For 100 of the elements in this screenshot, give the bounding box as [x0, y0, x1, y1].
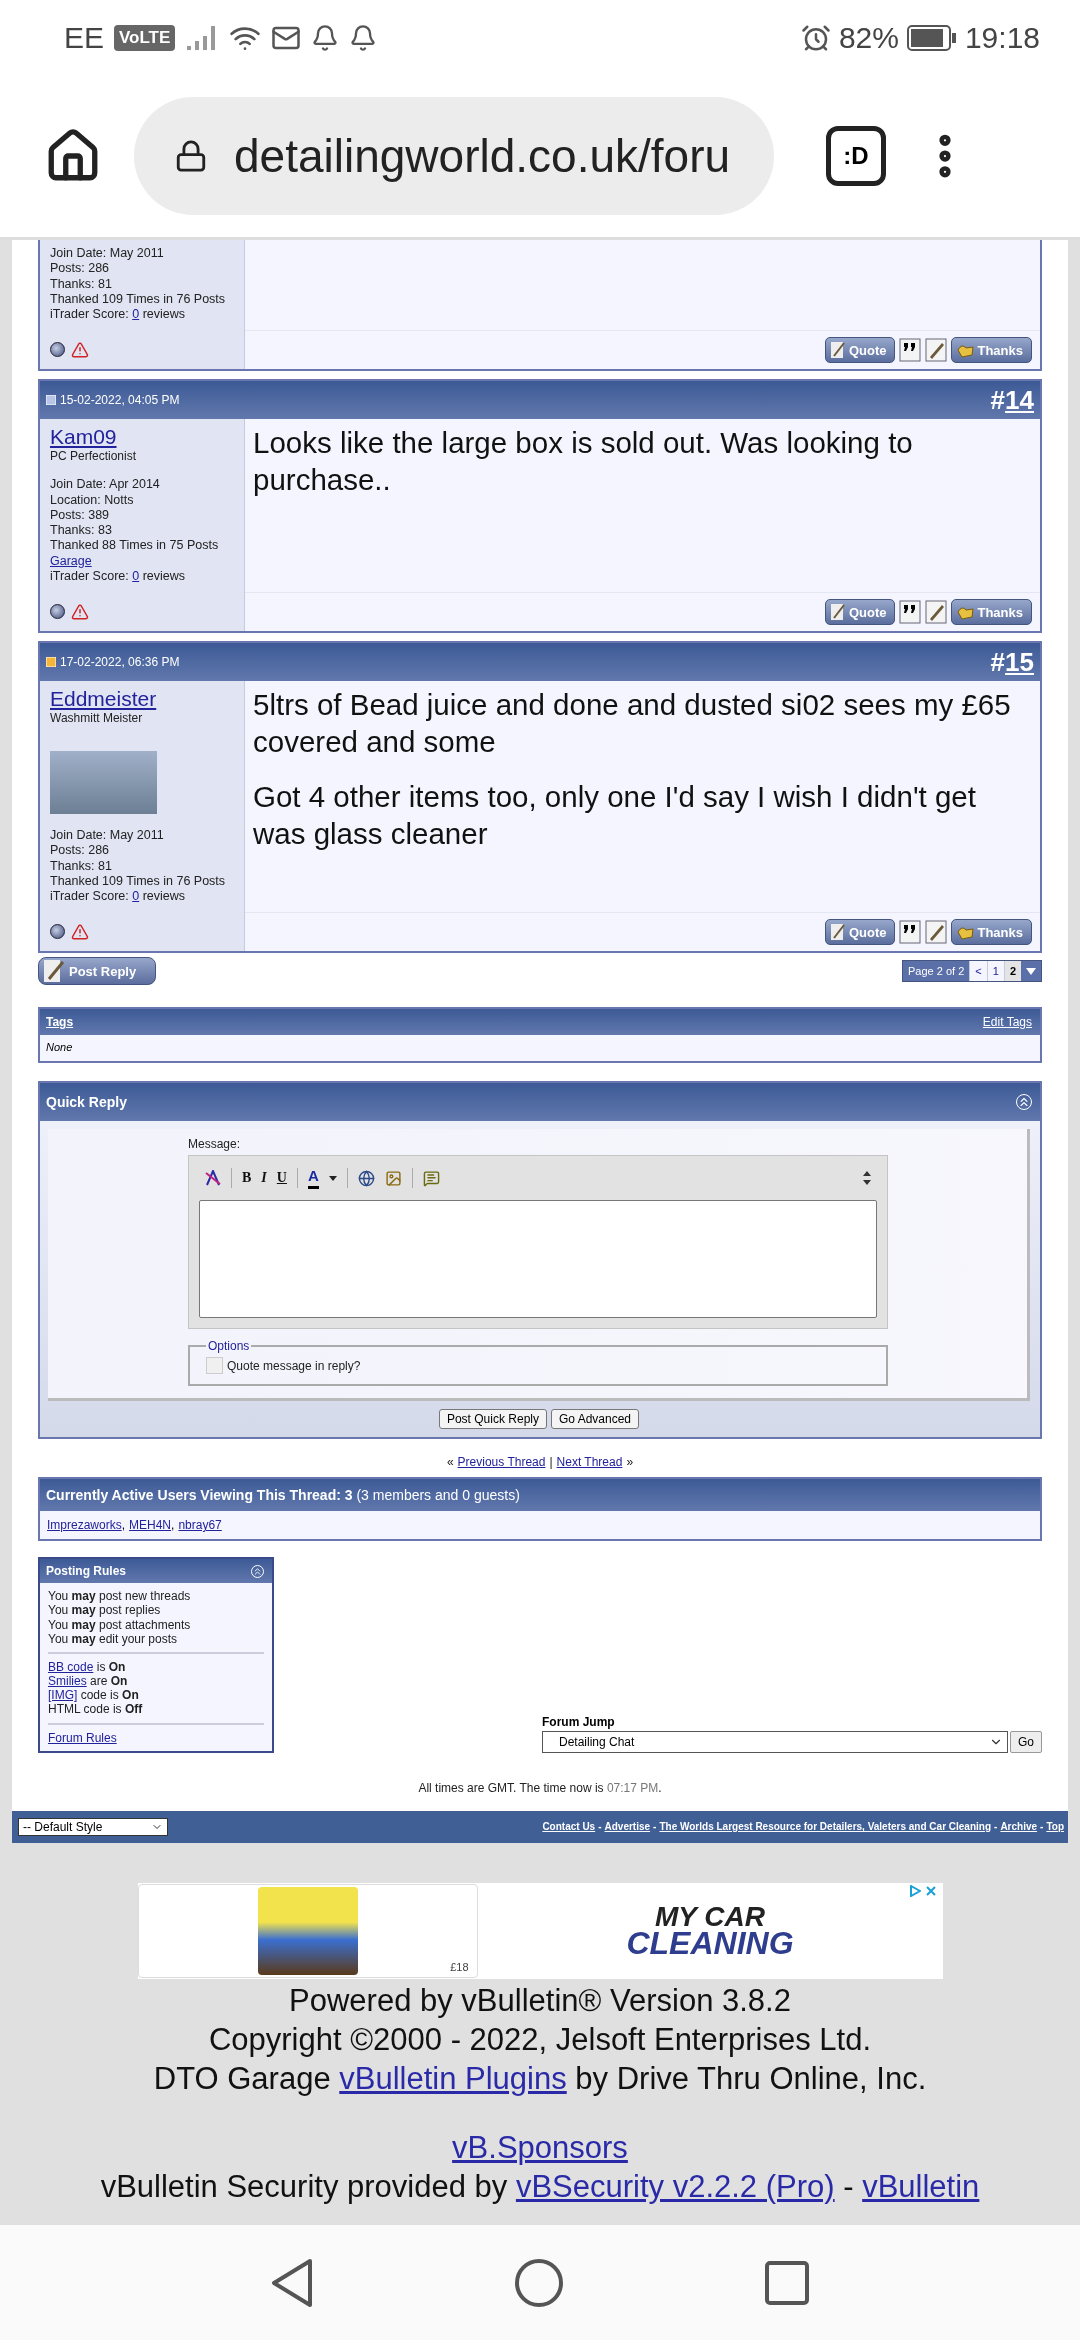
setting-text: HTML code is Off — [48, 1702, 144, 1717]
message-input[interactable] — [199, 1200, 877, 1319]
user-info-text: Thanks: 81 — [50, 276, 113, 292]
dropdown-icon[interactable] — [1021, 961, 1041, 982]
forum-jump-label: Forum Jump — [542, 1714, 616, 1729]
quick-reply-icon[interactable] — [925, 600, 948, 624]
setting-link[interactable]: Smilies — [48, 1674, 87, 1689]
separator-text: - — [598, 1821, 602, 1833]
message-label: Message: — [188, 1137, 242, 1152]
online-status-icon — [50, 604, 65, 619]
security-link[interactable]: vBSecurity v2.2.2 (Pro) — [515, 2168, 835, 2204]
itrader-link[interactable]: 0 — [132, 307, 140, 321]
quote-checkbox[interactable] — [206, 1357, 223, 1375]
multi-quote-icon[interactable] — [899, 600, 922, 624]
page-pencil-icon — [829, 341, 846, 360]
previous-page-link[interactable]: < — [969, 961, 987, 982]
italic-button[interactable]: I — [261, 1170, 267, 1187]
footer-link[interactable]: Archive — [1000, 1821, 1038, 1833]
page-pencil-icon — [829, 603, 846, 621]
quote-icon[interactable] — [422, 1169, 440, 1187]
quick-reply-title: Quick Reply — [46, 1094, 127, 1111]
post-number-link[interactable]: 14 — [1005, 384, 1034, 415]
user-link[interactable]: MEH4N — [129, 1518, 172, 1533]
page-label: Page 2 of 2 — [903, 961, 970, 982]
footer-link[interactable]: Advertise — [604, 1821, 651, 1833]
edit-tags-link[interactable]: Edit Tags — [982, 1015, 1032, 1030]
footer-link[interactable]: Top — [1046, 1821, 1064, 1833]
username-link[interactable]: Eddmeister — [50, 687, 234, 711]
active-users-title: Currently Active Users Viewing This Thread: 3 (3 members and 0 guests) — [46, 1487, 520, 1504]
forum-rules-link[interactable]: Forum Rules — [48, 1730, 117, 1745]
thanks-button[interactable]: Thanks — [951, 599, 1032, 625]
quick-reply-icon[interactable] — [925, 338, 948, 363]
post-reply-button[interactable]: Post Reply — [38, 957, 156, 986]
username-link[interactable]: Kam09 — [50, 425, 234, 450]
tags-title-link[interactable]: Tags — [46, 1015, 74, 1030]
plugins-link[interactable]: vBulletin Plugins — [339, 2060, 567, 2096]
user-info-text: Join Date: Apr 2014 — [50, 477, 161, 493]
checkbox-label: Quote message in reply? — [227, 1358, 361, 1373]
report-icon[interactable] — [71, 922, 89, 941]
close-icon[interactable] — [924, 1884, 937, 1897]
post-number-link[interactable]: 15 — [1005, 646, 1034, 677]
footer-link[interactable]: Contact Us — [542, 1821, 596, 1833]
tags-value: None — [40, 1035, 1040, 1062]
tab-switcher-button[interactable]: :D — [826, 126, 886, 186]
garage-link[interactable]: Garage — [50, 553, 92, 568]
quote-mark-text: « — [446, 1455, 454, 1470]
back-icon[interactable] — [270, 2257, 314, 2308]
user-title: Washmitt Meister — [50, 711, 144, 725]
user-info-text: Posts: 286 — [50, 261, 111, 277]
image-icon[interactable] — [384, 1169, 402, 1187]
recents-icon[interactable] — [764, 2259, 810, 2306]
footer-link[interactable]: The Worlds Largest Resource for Detailers, Valeters and Car Cleaning — [659, 1821, 992, 1833]
remove-format-icon[interactable] — [205, 1170, 221, 1187]
report-icon[interactable] — [71, 340, 89, 359]
post-text: Looks like the large box is sold out. Was looking to purchase.. — [253, 425, 914, 499]
price-text: £18 — [450, 1960, 469, 1973]
forum-jump-select[interactable]: Detailing Chat — [542, 1730, 1008, 1753]
alarm-icon — [800, 22, 831, 53]
user-link[interactable]: nbray67 — [178, 1518, 222, 1533]
multi-quote-icon[interactable] — [899, 338, 922, 363]
sponsors-link[interactable]: vB.Sponsors — [452, 2129, 628, 2165]
itrader-link[interactable]: 0 — [132, 889, 140, 903]
style-select[interactable]: -- Default Style — [18, 1817, 168, 1836]
quote-button[interactable]: Quote — [824, 337, 896, 364]
user-title: PC Perfectionist — [50, 449, 138, 464]
vbulletin-link[interactable]: vBulletin — [862, 2168, 980, 2204]
font-color-button[interactable]: A — [307, 1167, 319, 1190]
bold-button[interactable]: B — [242, 1170, 252, 1187]
separator-text: , — [171, 1518, 175, 1533]
user-info-text: Thanks: 81 — [50, 858, 113, 874]
resize-icon[interactable] — [863, 1170, 871, 1187]
thanks-button[interactable]: Thanks — [951, 919, 1032, 946]
go-advanced-button[interactable]: Go Advanced — [551, 1409, 640, 1430]
quote-button[interactable]: Quote — [824, 599, 896, 625]
go-button[interactable]: Go — [1010, 1730, 1042, 1753]
ad-info-icon[interactable] — [908, 1884, 921, 1897]
quote-button[interactable]: Quote — [824, 919, 896, 946]
caret-icon[interactable] — [328, 1175, 337, 1181]
report-icon[interactable] — [71, 602, 89, 621]
link-icon[interactable] — [357, 1169, 375, 1187]
previous-thread-link[interactable]: Previous Thread — [457, 1455, 546, 1470]
underline-button[interactable]: U — [276, 1170, 287, 1187]
separator-text: - — [1040, 1821, 1044, 1833]
address-bar[interactable]: detailingworld.co.uk/foru — [134, 97, 774, 215]
user-info-text: Thanked 109 Times in 76 Posts — [50, 873, 227, 889]
logo-text: MY CAR — [655, 1903, 765, 1929]
user-info-text: Posts: 389 — [50, 507, 111, 523]
thanks-button[interactable]: Thanks — [951, 337, 1032, 364]
user-link[interactable]: Imprezaworks — [47, 1518, 122, 1533]
itrader-link[interactable]: 0 — [132, 568, 140, 583]
advertisement-banner[interactable]: £18 MY CAR CLEANING — [137, 1882, 943, 1979]
home-button-icon[interactable] — [514, 2257, 564, 2308]
setting-link[interactable]: BB code — [48, 1659, 94, 1674]
setting-link[interactable]: [IMG] — [48, 1688, 78, 1703]
post-quick-reply-button[interactable]: Post Quick Reply — [438, 1409, 547, 1430]
multi-quote-icon[interactable] — [899, 920, 922, 945]
post-date: 15-02-2022, 04:05 PM — [60, 393, 180, 408]
logo-text: CLEANING — [626, 1928, 794, 1958]
quick-reply-icon[interactable] — [925, 920, 948, 945]
next-thread-link[interactable]: Next Thread — [556, 1455, 623, 1470]
